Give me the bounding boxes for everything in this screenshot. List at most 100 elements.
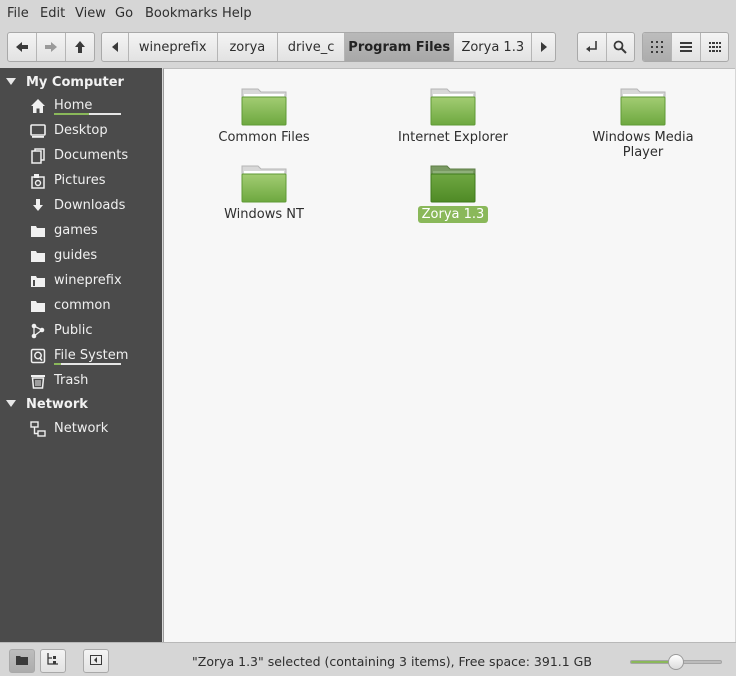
breadcrumb: wineprefix zorya drive_c Program Files Z…	[101, 32, 556, 62]
folder-icon	[568, 85, 718, 127]
menu-go[interactable]: Go	[115, 6, 133, 21]
folder-item-internet-explorer[interactable]: Internet Explorer	[378, 85, 528, 146]
sidebar-item-label: Home	[54, 98, 93, 113]
up-button[interactable]	[66, 33, 94, 61]
folder-item-zorya-1-3[interactable]: Zorya 1.3	[378, 162, 528, 223]
documents-icon	[30, 148, 46, 164]
filesystem-drive-icon	[30, 348, 46, 364]
crumb-zorya[interactable]: zorya	[218, 33, 279, 61]
folder-icon	[30, 248, 46, 264]
sidebar-item-guides[interactable]: guides	[0, 244, 162, 268]
sidebar-item-trash[interactable]: Trash	[0, 369, 162, 393]
sidebar-item-common[interactable]: common	[0, 294, 162, 318]
folder-name: Internet Explorer	[398, 130, 508, 145]
location-entry-icon	[585, 40, 599, 54]
file-icon-view[interactable]: Common Files Internet Explorer Windows M…	[163, 68, 735, 642]
menubar: File Edit View Go Bookmarks Help	[0, 0, 736, 26]
sidebar-item-label: Trash	[54, 373, 89, 388]
sidebar-item-games[interactable]: games	[0, 219, 162, 243]
sidebar-toggle-icon	[90, 654, 102, 669]
sidebar-item-label: guides	[54, 248, 98, 263]
show-treeview-button[interactable]	[40, 649, 66, 673]
crumb-program-files[interactable]: Program Files	[344, 33, 455, 61]
sidebar-item-label: Downloads	[54, 198, 126, 213]
compact-view-button[interactable]	[701, 33, 728, 61]
list-view-button[interactable]	[672, 33, 701, 61]
forward-button[interactable]	[37, 33, 66, 61]
menu-file[interactable]: File	[7, 6, 29, 21]
sidebar-item-wineprefix[interactable]: wineprefix	[0, 269, 162, 293]
folder-item-windows-nt[interactable]: Windows NT	[189, 162, 339, 223]
toolbar: wineprefix zorya drive_c Program Files Z…	[0, 26, 736, 68]
folder-item-windows-media-player[interactable]: Windows Media Player	[568, 85, 718, 161]
sidebar-item-network[interactable]: Network	[0, 417, 162, 441]
sidebar-item-label: Public	[54, 323, 93, 338]
navigation-buttons	[7, 32, 95, 62]
folder-name: Windows NT	[224, 207, 304, 222]
sidebar-section-title: Network	[26, 396, 88, 412]
folder-icon	[30, 298, 46, 314]
desktop-icon	[30, 123, 46, 139]
sidebar-item-downloads[interactable]: Downloads	[0, 194, 162, 218]
sidebar-item-label: Desktop	[54, 123, 108, 138]
sidebar-item-label: Pictures	[54, 173, 106, 188]
search-button[interactable]	[607, 33, 635, 61]
sidebar-item-label: games	[54, 223, 98, 238]
downloads-icon	[30, 198, 46, 214]
menu-edit[interactable]: Edit	[40, 6, 65, 21]
statusbar: "Zorya 1.3" selected (containing 3 items…	[0, 642, 736, 676]
forward-arrow-icon	[44, 41, 58, 53]
chevron-left-icon	[111, 42, 118, 52]
hide-sidebar-button[interactable]	[83, 649, 109, 673]
folder-icon	[378, 85, 528, 127]
folder-icon	[189, 162, 339, 204]
folder-icon	[30, 223, 46, 239]
icon-view-icon	[651, 41, 663, 53]
icon-view-button[interactable]	[643, 33, 672, 61]
menu-view[interactable]: View	[75, 6, 106, 21]
sidebar-item-pictures[interactable]: Pictures	[0, 169, 162, 193]
up-arrow-icon	[74, 40, 86, 54]
status-text: "Zorya 1.3" selected (containing 3 items…	[192, 654, 592, 669]
filesystem-usage-bar	[54, 363, 121, 365]
show-places-button[interactable]	[9, 649, 35, 673]
filesystem-usage-fill	[54, 363, 61, 365]
crumb-drive-c[interactable]: drive_c	[278, 33, 345, 61]
list-view-icon	[680, 42, 692, 52]
zoom-slider[interactable]	[630, 654, 722, 670]
menu-bookmarks[interactable]: Bookmarks	[145, 6, 218, 21]
tree-view-icon	[47, 653, 59, 669]
sidebar: My Computer Home Desktop Documents Pictu…	[0, 68, 162, 642]
sidebar-section-network[interactable]: Network	[0, 393, 162, 415]
expander-triangle-icon	[6, 400, 16, 407]
home-usage-fill	[54, 113, 89, 115]
folder-item-common-files[interactable]: Common Files	[189, 85, 339, 146]
sidebar-item-documents[interactable]: Documents	[0, 144, 162, 168]
home-icon	[30, 98, 46, 114]
sidebar-item-label: wineprefix	[54, 273, 122, 288]
home-usage-bar	[54, 113, 121, 115]
location-search-buttons	[577, 32, 635, 62]
sidebar-item-public[interactable]: Public	[0, 319, 162, 343]
breadcrumb-scroll-left-button[interactable]	[102, 33, 129, 61]
sidebar-item-label: common	[54, 298, 111, 313]
folder-name: Common Files	[218, 130, 310, 145]
zoom-slider-handle[interactable]	[668, 654, 684, 670]
folder-name: Windows Media Player	[592, 130, 694, 160]
back-button[interactable]	[8, 33, 37, 61]
search-icon	[613, 40, 627, 54]
folder-name: Zorya 1.3	[417, 206, 489, 223]
folder-places-icon	[16, 654, 28, 669]
toggle-location-entry-button[interactable]	[578, 33, 607, 61]
crumb-zorya-1-3[interactable]: Zorya 1.3	[454, 33, 533, 61]
crumb-wineprefix[interactable]: wineprefix	[129, 33, 218, 61]
expander-triangle-icon	[6, 78, 16, 85]
sidebar-section-my-computer[interactable]: My Computer	[0, 71, 162, 93]
pictures-icon	[30, 173, 46, 189]
folder-icon	[30, 273, 46, 289]
menu-help[interactable]: Help	[222, 6, 252, 21]
breadcrumb-scroll-right-button[interactable]	[532, 33, 555, 61]
sidebar-item-desktop[interactable]: Desktop	[0, 119, 162, 143]
chevron-right-icon	[540, 42, 547, 52]
folder-icon	[189, 85, 339, 127]
